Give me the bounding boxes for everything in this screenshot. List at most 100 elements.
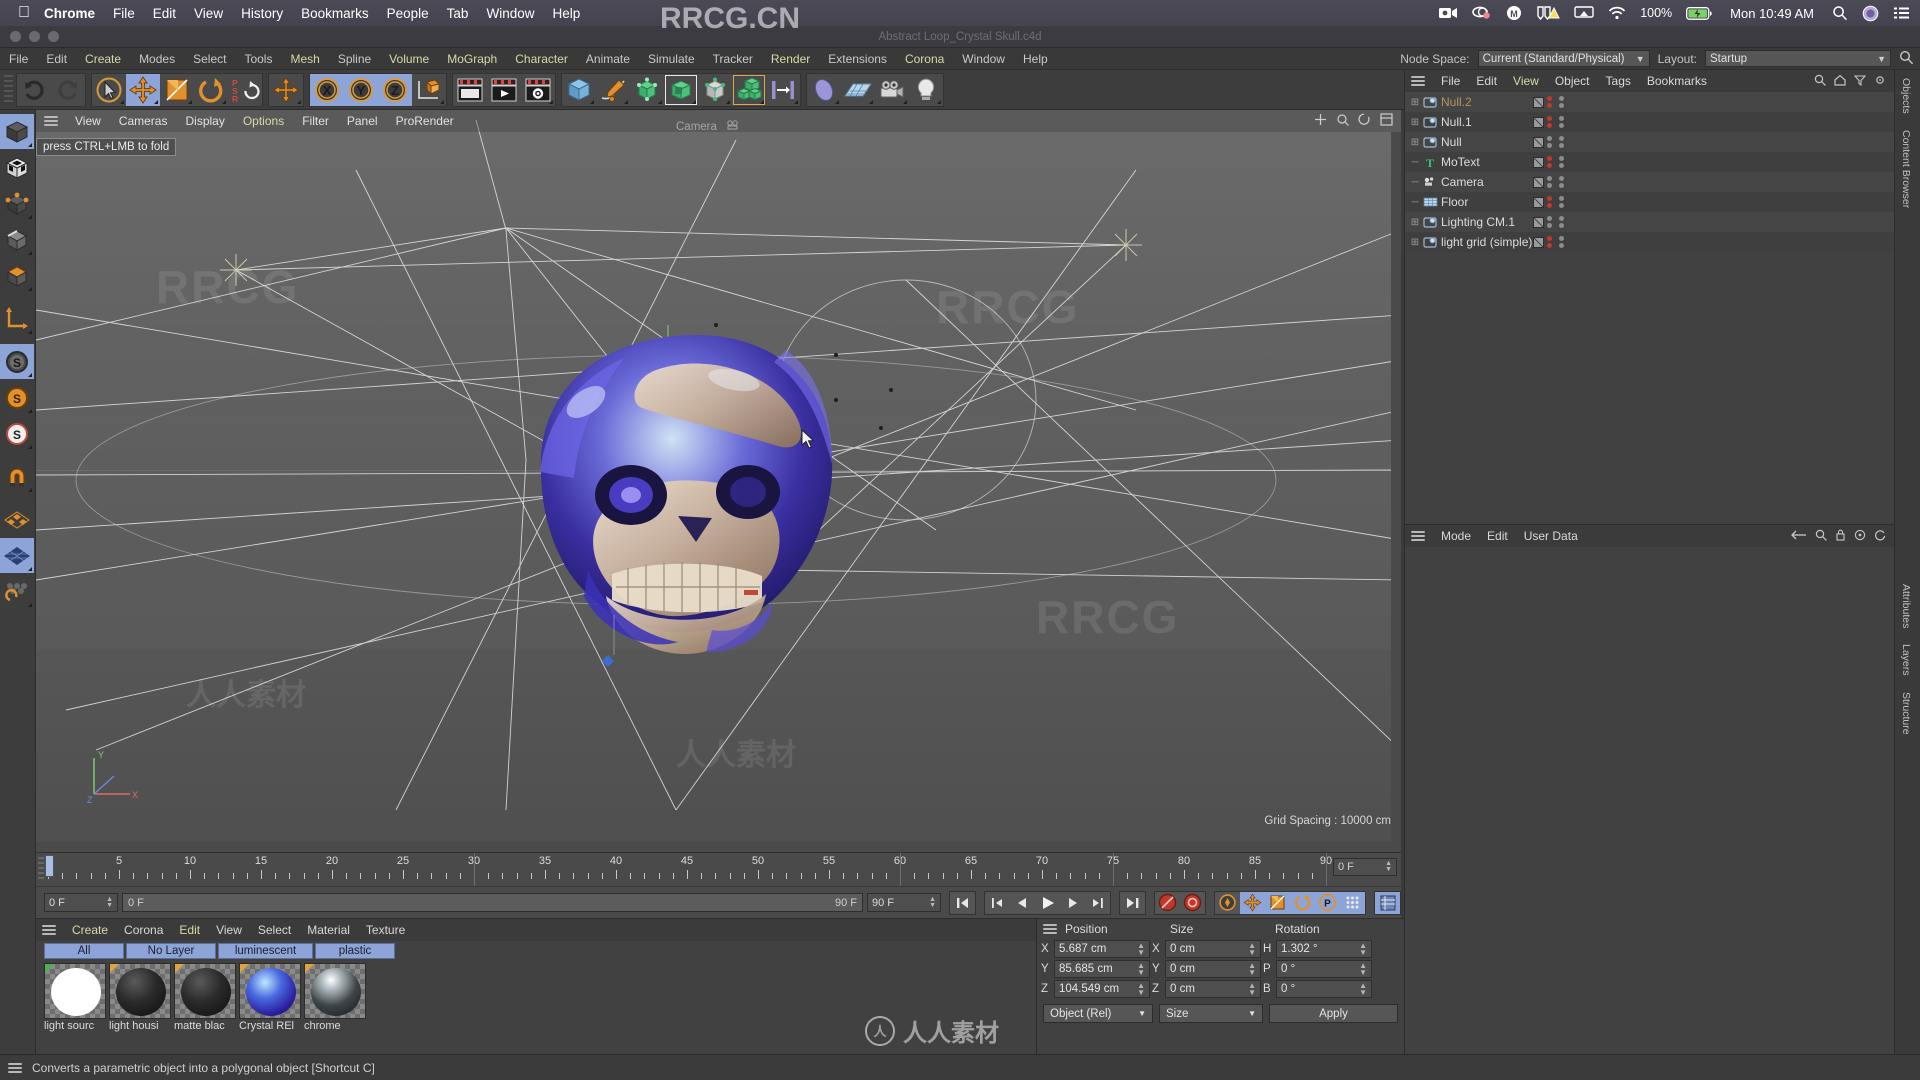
- expand-toggle-icon[interactable]: ─: [1409, 197, 1421, 208]
- objmgr-menu-object[interactable]: Object: [1547, 74, 1598, 88]
- timeline-playhead[interactable]: [45, 855, 54, 877]
- menu-extensions[interactable]: Extensions: [819, 52, 896, 66]
- menu-tools[interactable]: Tools: [235, 52, 281, 66]
- spline-pen-icon[interactable]: [596, 74, 630, 106]
- polygons-mode-icon[interactable]: [0, 258, 34, 293]
- 3d-viewport[interactable]: View Cameras Display Options Filter Pane…: [36, 110, 1401, 852]
- pla-key-icon[interactable]: [1340, 891, 1365, 914]
- object-tags[interactable]: [1533, 236, 1552, 248]
- size-x-field[interactable]: 0 cm ▲ ▼: [1165, 940, 1261, 958]
- expand-toggle-icon[interactable]: ⊞: [1409, 137, 1421, 148]
- tab-layers[interactable]: Layers: [1895, 636, 1917, 684]
- scene-connect-icon[interactable]: [766, 74, 800, 106]
- menu-select[interactable]: Select: [184, 52, 235, 66]
- timeline-ruler[interactable]: 051015202530354045505560657075808590 0 F…: [36, 852, 1401, 886]
- layout-dropdown[interactable]: Startup ▼: [1705, 50, 1891, 67]
- macos-menu-window[interactable]: Window: [486, 6, 534, 21]
- matmgr-hamburger-icon[interactable]: [42, 923, 56, 937]
- frame-start-field[interactable]: 0 F ▲ ▼: [44, 893, 118, 912]
- coord-mode-dropdown[interactable]: Object (Rel) ▼: [1043, 1004, 1153, 1023]
- material-tag-icon[interactable]: [1533, 176, 1544, 188]
- render-view-icon[interactable]: [453, 74, 487, 106]
- object-row-null-1[interactable]: ⊞ Null.1: [1405, 112, 1894, 132]
- tag-dots-icon[interactable]: [1547, 136, 1552, 148]
- position-x-field[interactable]: 5.687 cm ▲ ▼: [1054, 940, 1150, 958]
- screen-record-icon[interactable]: [1438, 6, 1458, 20]
- objmgr-search-icon[interactable]: [1814, 74, 1826, 89]
- menu-character[interactable]: Character: [506, 52, 577, 66]
- record-icon[interactable]: [1155, 892, 1180, 914]
- next-key-icon[interactable]: [1085, 892, 1110, 914]
- stepper-icon[interactable]: ▲ ▼: [1248, 962, 1256, 977]
- viewport-zoom-icon[interactable]: [1336, 113, 1349, 129]
- world-coord-icon[interactable]: [412, 74, 446, 106]
- material-layer-chip-luminescent[interactable]: luminescent: [218, 943, 313, 959]
- rotation-b-field[interactable]: 0 ° ▲ ▼: [1276, 980, 1372, 998]
- deformer-icon[interactable]: [698, 74, 732, 106]
- camera-object-icon[interactable]: [875, 74, 909, 106]
- material-cell[interactable]: Crystal REl: [239, 963, 301, 1032]
- attrmgr-menu-mode[interactable]: Mode: [1433, 529, 1479, 543]
- lock-z-icon[interactable]: Z: [378, 73, 412, 106]
- material-tag-icon[interactable]: [1533, 236, 1544, 248]
- object-row-lighting-cm-1[interactable]: ⊞ Lighting CM.1: [1405, 212, 1894, 232]
- node-space-dropdown[interactable]: Current (Standard/Physical) ▼: [1477, 50, 1650, 67]
- grid-lock-icon[interactable]: [0, 538, 34, 573]
- matmgr-menu-corona[interactable]: Corona: [116, 923, 171, 937]
- world-object-axis-icon[interactable]: [269, 74, 303, 106]
- rotation-p-field[interactable]: 0 ° ▲ ▼: [1276, 960, 1372, 978]
- macos-menu-chrome[interactable]: Chrome: [44, 6, 95, 21]
- keyframe-selection-icon[interactable]: [1215, 892, 1240, 914]
- tag-dots-icon[interactable]: [1547, 196, 1552, 208]
- dropbox-icon[interactable]: [1472, 6, 1492, 20]
- cube-primitive-icon[interactable]: [562, 74, 596, 106]
- menu-mograph[interactable]: MoGraph: [438, 52, 506, 66]
- stepper-icon[interactable]: ▲ ▼: [929, 896, 936, 909]
- viewport-menu-view[interactable]: View: [66, 114, 110, 128]
- visibility-dots[interactable]: [1559, 196, 1564, 208]
- rotation-h-field[interactable]: 1.302 ° ▲ ▼: [1276, 940, 1372, 958]
- nurbs-generator-icon[interactable]: [630, 74, 664, 106]
- macos-menu-edit[interactable]: Edit: [153, 6, 176, 21]
- wifi-icon[interactable]: [1608, 6, 1626, 20]
- preview-range-bar[interactable]: 0 F 90 F: [122, 893, 863, 912]
- menu-simulate[interactable]: Simulate: [639, 52, 704, 66]
- viewport-pan-icon[interactable]: [1314, 113, 1327, 129]
- stepper-icon[interactable]: ▲ ▼: [1385, 860, 1392, 873]
- tab-attributes[interactable]: Attributes: [1895, 576, 1917, 636]
- scale-key-icon[interactable]: [1265, 891, 1290, 914]
- lock-x-icon[interactable]: X: [310, 73, 344, 106]
- lock-y-icon[interactable]: Y: [344, 73, 378, 106]
- display-warning-icon[interactable]: [1536, 5, 1560, 21]
- menu-modes[interactable]: Modes: [130, 52, 184, 66]
- expand-toggle-icon[interactable]: ⊞: [1409, 217, 1421, 228]
- material-layer-chip-no-layer[interactable]: No Layer: [126, 943, 216, 959]
- size-y-field[interactable]: 0 cm ▲ ▼: [1165, 960, 1261, 978]
- macos-menu-view[interactable]: View: [194, 6, 223, 21]
- menu-tracker[interactable]: Tracker: [704, 52, 762, 66]
- position-z-field[interactable]: 104.549 cm ▲ ▼: [1054, 980, 1150, 998]
- light-object-icon[interactable]: [909, 74, 943, 106]
- matmgr-menu-create[interactable]: Create: [64, 923, 116, 937]
- frame-end-field[interactable]: 90 F ▲ ▼: [867, 893, 941, 912]
- macos-menu-people[interactable]: People: [387, 6, 429, 21]
- stepper-icon[interactable]: ▲ ▼: [1137, 982, 1145, 997]
- object-tags[interactable]: [1533, 96, 1552, 108]
- menu-edit[interactable]: Edit: [37, 52, 76, 66]
- visibility-dots[interactable]: [1559, 236, 1564, 248]
- attrmgr-menu-edit[interactable]: Edit: [1479, 529, 1516, 543]
- snap-gray-icon[interactable]: S: [0, 344, 34, 379]
- object-row-null[interactable]: ⊞ Null: [1405, 132, 1894, 152]
- object-row-floor[interactable]: ─ Floor: [1405, 192, 1894, 212]
- goto-start-icon[interactable]: [950, 892, 975, 914]
- prev-key-icon[interactable]: [985, 892, 1010, 914]
- visibility-dots[interactable]: [1559, 176, 1564, 188]
- object-tags[interactable]: [1533, 156, 1552, 168]
- expand-toggle-icon[interactable]: ⊞: [1409, 117, 1421, 128]
- expand-toggle-icon[interactable]: ─: [1409, 177, 1421, 188]
- snap-white-icon[interactable]: S: [0, 416, 34, 451]
- matmgr-menu-texture[interactable]: Texture: [358, 923, 413, 937]
- modeling-object-icon[interactable]: [664, 74, 698, 106]
- model-mode-icon[interactable]: [0, 114, 34, 149]
- stepper-icon[interactable]: ▲ ▼: [1248, 982, 1256, 997]
